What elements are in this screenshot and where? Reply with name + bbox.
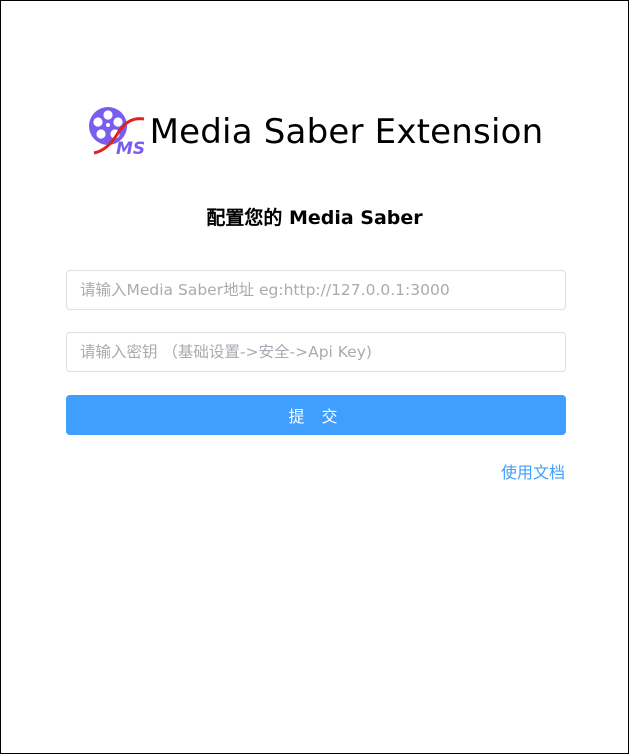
brand-header: MS Media Saber Extension: [1, 105, 628, 159]
popup-window: MS Media Saber Extension 配置您的 Media Sabe…: [0, 0, 629, 754]
form-heading: 配置您的 Media Saber: [206, 207, 423, 229]
submit-button[interactable]: 提 交: [66, 395, 566, 435]
media-saber-logo-icon: MS: [88, 107, 145, 159]
api-key-input[interactable]: [66, 332, 566, 372]
server-address-input[interactable]: [66, 270, 566, 310]
app-title: Media Saber Extension: [149, 112, 544, 152]
docs-link[interactable]: 使用文档: [501, 459, 565, 483]
svg-text:MS: MS: [116, 139, 145, 159]
